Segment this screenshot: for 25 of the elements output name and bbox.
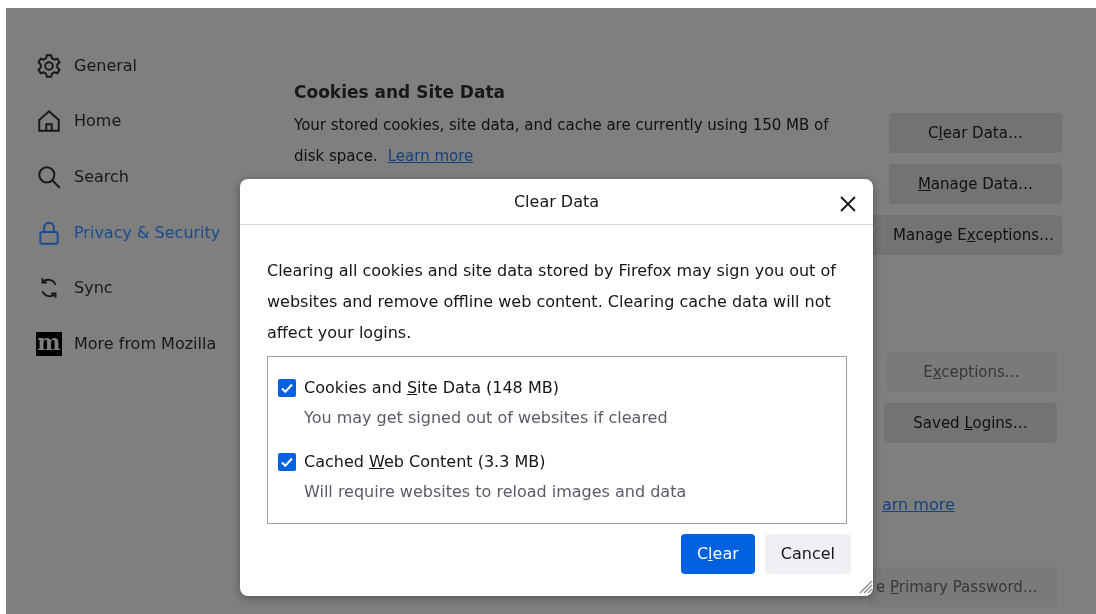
cancel-button[interactable]: Cancel bbox=[764, 534, 851, 574]
search-icon bbox=[36, 164, 62, 190]
home-icon bbox=[36, 108, 62, 135]
settings-button[interactable]: Saved Logins… bbox=[884, 403, 1057, 443]
checkbox-option[interactable]: Cached Web Content (3.3 MB) bbox=[278, 450, 836, 474]
dialog-title: Clear Data bbox=[513, 190, 600, 213]
description-text: Your stored cookies, site data, and cache are currently using 150 MB of disk space. Learn more bbox=[294, 114, 830, 167]
option-description: Will require websites to reload images and data bbox=[304, 481, 688, 503]
lock-icon bbox=[36, 219, 62, 246]
gear-icon bbox=[36, 52, 62, 79]
learn-more-link[interactable]: arn more bbox=[882, 493, 955, 517]
logo-icon: m bbox=[36, 331, 62, 356]
settings-button[interactable]: Manage Data… bbox=[889, 164, 1062, 204]
dialog-message: Clearing all cookies and site data stored by Firefox may sign you out of websites and remove offline web content. Clearing cache data will not affect your logins. bbox=[267, 260, 837, 344]
checkbox[interactable] bbox=[278, 453, 296, 471]
checkbox[interactable] bbox=[278, 379, 296, 397]
learn-more-link[interactable]: Learn more bbox=[387, 146, 474, 165]
checkbox-option[interactable]: Cookies and Site Data (148 MB) bbox=[278, 376, 836, 400]
sidebar-item[interactable]: Home bbox=[36, 93, 276, 150]
sidebar-item[interactable]: Search bbox=[36, 149, 276, 205]
sidebar-item[interactable]: General bbox=[36, 38, 276, 94]
option-description: You may get signed out of websites if cleared bbox=[304, 407, 669, 429]
settings-button[interactable]: Clear Data… bbox=[889, 113, 1062, 153]
clear-button[interactable]: Clear bbox=[680, 534, 755, 574]
section-title: Cookies and Site Data bbox=[294, 81, 507, 104]
